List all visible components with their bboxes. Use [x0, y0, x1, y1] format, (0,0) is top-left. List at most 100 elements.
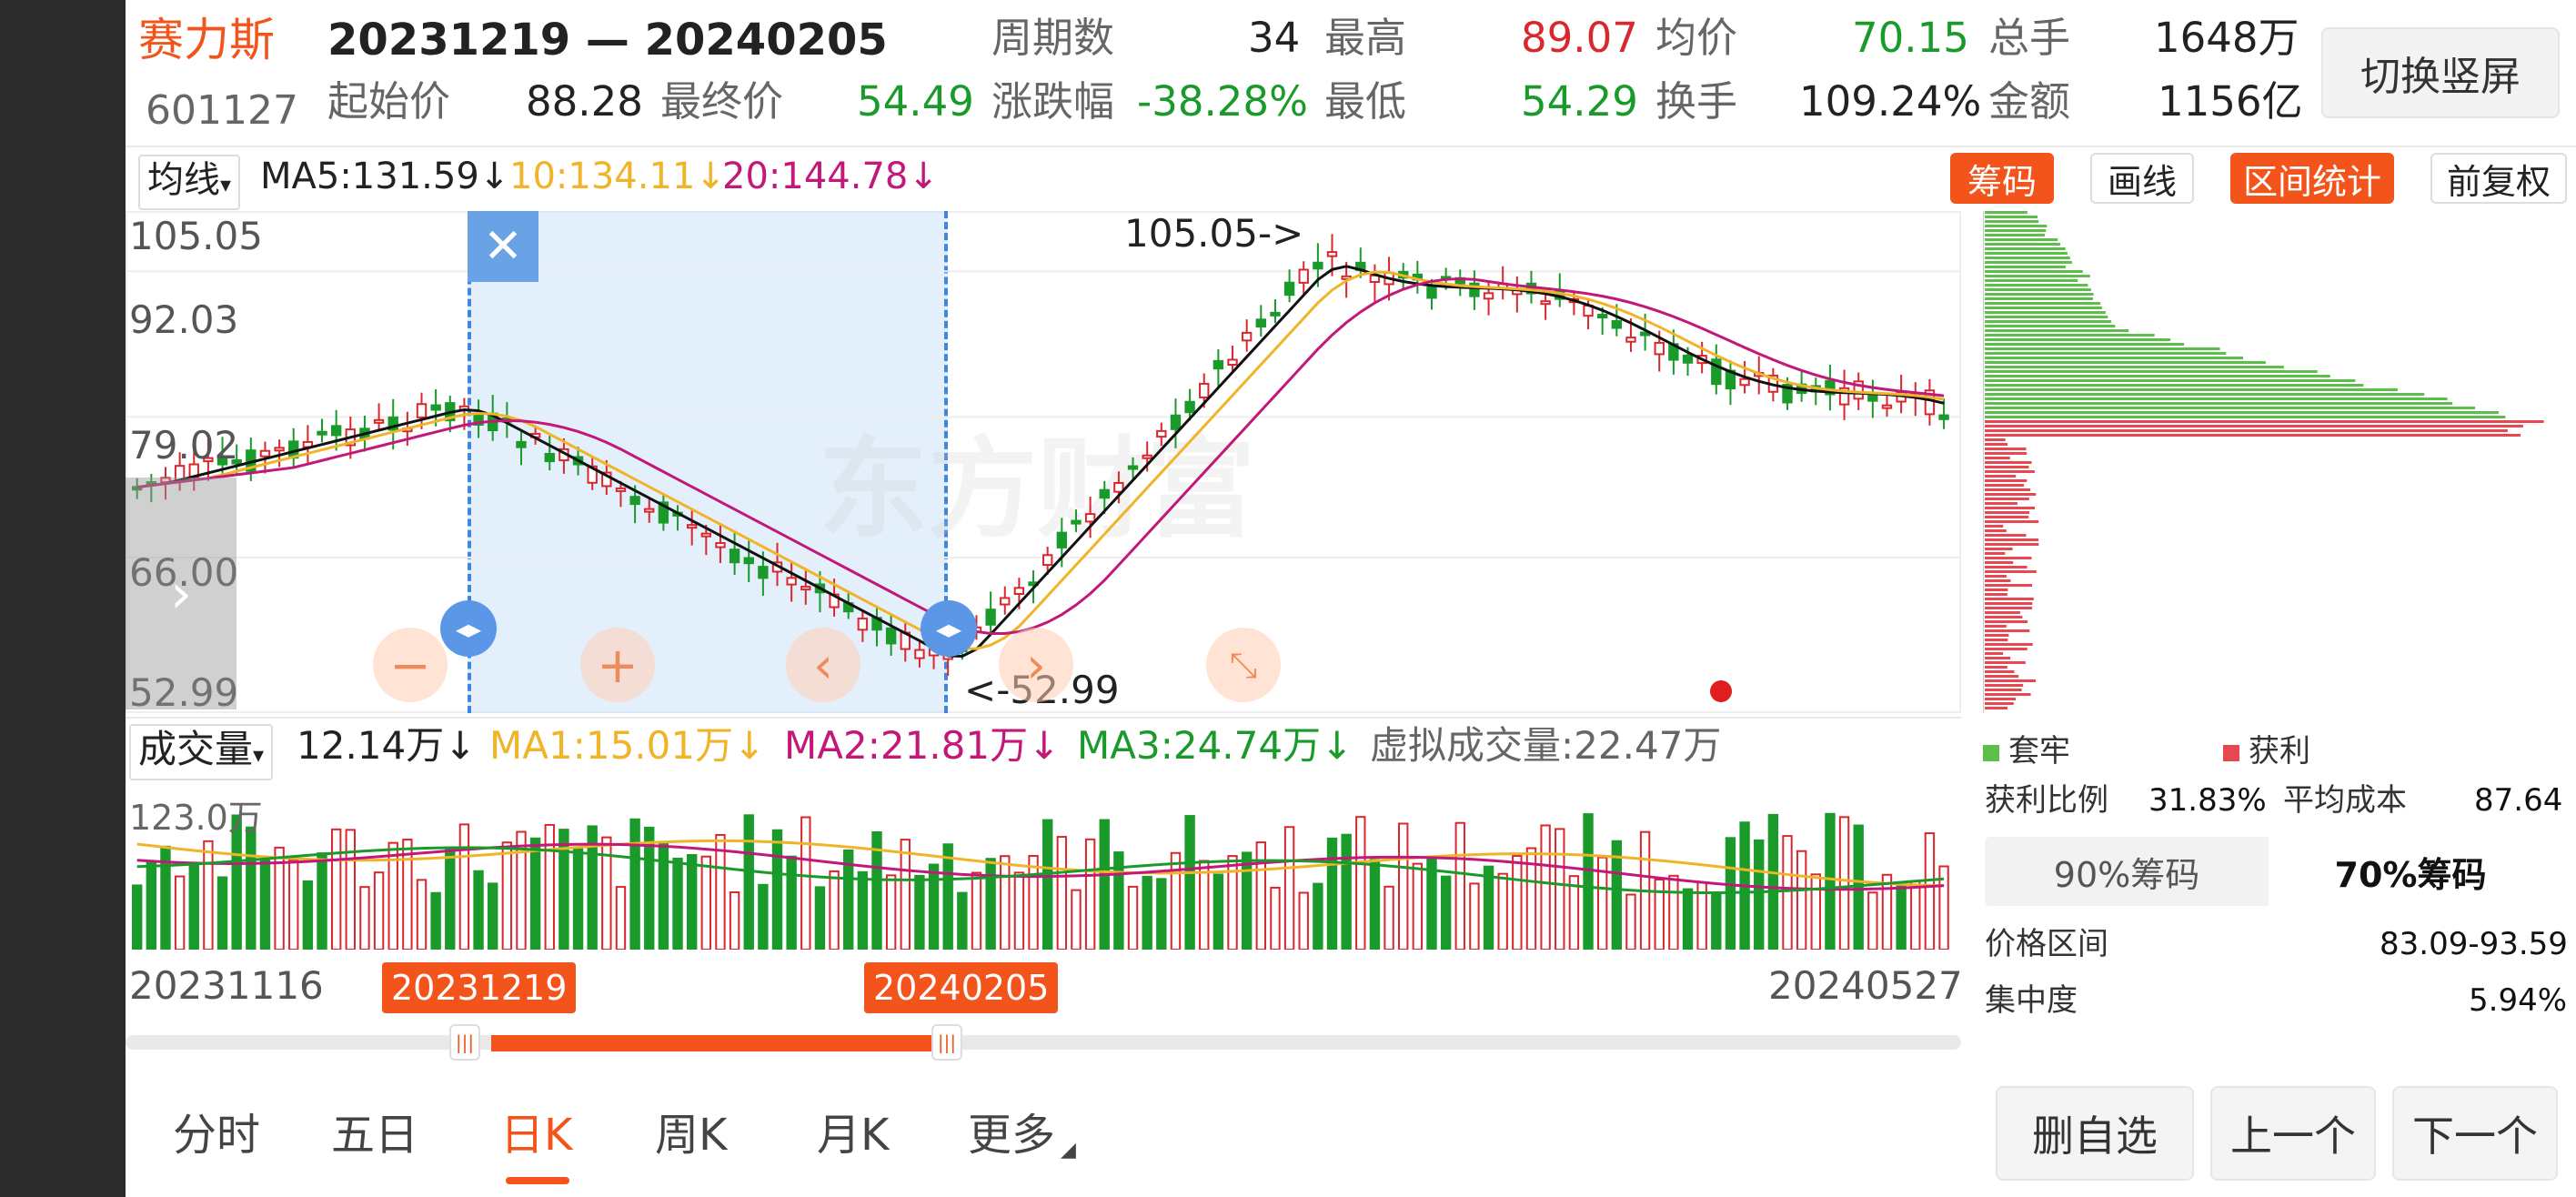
candle-body — [1483, 292, 1494, 300]
volume-bar — [1142, 875, 1152, 950]
chip-bar — [1985, 234, 2045, 236]
timeline-end-handle[interactable]: ||| — [931, 1024, 962, 1061]
chip-bar — [1985, 402, 2453, 405]
chip-bar — [1985, 639, 2008, 641]
move-right-icon[interactable]: › — [999, 628, 1073, 702]
chevron-right-icon[interactable]: › — [126, 478, 236, 709]
volume-bar — [1867, 891, 1878, 950]
move-left-icon[interactable]: ‹ — [786, 628, 860, 702]
switch-portrait-button[interactable]: 切换竖屏 — [2321, 27, 2560, 118]
volume-bar — [1454, 821, 1465, 950]
chip-bar — [1985, 611, 2020, 614]
change-label: 涨跌幅 — [991, 77, 1115, 126]
chips-button[interactable]: 筹码 — [1950, 153, 2054, 204]
close-icon[interactable]: ✕ — [468, 211, 538, 282]
volume-bar — [1170, 851, 1182, 950]
zoom-in-icon[interactable]: + — [580, 628, 655, 702]
chip-bar — [1985, 429, 2508, 432]
volume-bar — [1127, 885, 1139, 950]
tab-intraday[interactable]: 分时 — [173, 1110, 260, 1161]
volume-bar — [529, 837, 541, 950]
candle-body — [1142, 454, 1152, 459]
concentration-value: 5.94% — [2469, 982, 2568, 1019]
candle-body — [700, 532, 712, 538]
profit-ratio-label: 获利比例 — [1985, 782, 2108, 819]
chip-bar — [1985, 229, 2047, 232]
volume-bar — [928, 863, 940, 950]
chip-bar — [1985, 470, 2035, 473]
draw-line-button[interactable]: 画线 — [2090, 153, 2194, 204]
tab-daily-k[interactable]: 日K — [500, 1110, 572, 1161]
chip-bar — [1985, 575, 2007, 578]
candle-body — [1283, 281, 1295, 297]
collapse-icon[interactable]: ⤡ — [1206, 628, 1281, 702]
event-dot[interactable] — [1710, 680, 1732, 702]
next-button[interactable]: 下一个 — [2392, 1086, 2558, 1181]
profit-ratio-value: 31.83% — [2148, 782, 2267, 819]
price-axis-label: 105.05 — [129, 214, 263, 258]
volume-bar — [1497, 872, 1508, 950]
virtual-volume: 虚拟成交量:22.47万 — [1370, 723, 1722, 768]
candle-body — [373, 418, 385, 424]
chip-bar — [1985, 634, 2009, 637]
price-axis-label: 92.03 — [129, 297, 239, 342]
tab-monthly-k[interactable]: 月K — [817, 1110, 889, 1161]
chip-bar — [1985, 247, 2066, 250]
chip-bar — [1985, 397, 2448, 400]
volume-bar — [1910, 880, 1921, 950]
candle-body — [1056, 531, 1068, 548]
tab-90-chips[interactable]: 90%筹码 — [1985, 837, 2269, 906]
ma-selector[interactable]: 均线▾ — [138, 155, 241, 210]
range-stats-button[interactable]: 区间统计 — [2230, 153, 2394, 204]
volume-bar — [700, 855, 712, 950]
candle-body — [317, 430, 327, 436]
volume-bar — [1682, 888, 1694, 950]
timeline-slider-track[interactable] — [126, 1035, 1961, 1050]
chip-bar — [1985, 352, 2227, 355]
candle-body — [800, 586, 811, 591]
end-price-label: 最终价 — [660, 77, 784, 126]
range-end-handle[interactable]: ◂▸ — [921, 600, 977, 657]
chip-bar — [1985, 411, 2499, 414]
tab-five-day[interactable]: 五日 — [331, 1110, 418, 1161]
volume-bar — [900, 839, 911, 950]
volume-bar — [246, 826, 257, 950]
chip-bar — [1985, 266, 2066, 268]
high-value: 89.07 — [1521, 14, 1638, 62]
volume-selector[interactable]: 成交量▾ — [129, 724, 274, 780]
end-price-value: 54.49 — [857, 77, 974, 126]
previous-button[interactable]: 上一个 — [2210, 1086, 2376, 1181]
chip-bar — [1985, 602, 2033, 605]
chip-bar — [1985, 379, 2356, 382]
zoom-out-icon[interactable]: − — [373, 628, 448, 702]
chip-bar — [1985, 529, 2007, 532]
candle-body — [629, 496, 640, 506]
tab-70-chips[interactable]: 70%筹码 — [2269, 837, 2552, 906]
range-start-handle[interactable]: ◂▸ — [440, 600, 497, 657]
legend-trapped: 套牢 — [1983, 726, 2070, 770]
chip-bar — [1985, 625, 2007, 628]
tab-weekly-k[interactable]: 周K — [655, 1110, 727, 1161]
volume-bar — [1326, 837, 1338, 950]
chip-bar — [1985, 693, 2031, 696]
volume-bar — [317, 852, 327, 950]
chip-bar — [1985, 584, 2032, 587]
tab-more[interactable]: 更多 — [968, 1110, 1055, 1161]
candle-body — [1654, 341, 1665, 356]
adjust-price-button[interactable]: 前复权 — [2430, 153, 2567, 204]
candle-body — [1540, 300, 1551, 306]
timeline-start-handle[interactable]: ||| — [449, 1024, 480, 1061]
timeline-end: 20240527 — [1768, 963, 1963, 1008]
volume-bar — [488, 882, 498, 950]
chip-bar — [1985, 479, 2028, 482]
volume-bar — [1084, 838, 1096, 950]
candle-body — [786, 577, 797, 586]
chip-bar — [1985, 279, 2078, 282]
candle-body — [1241, 331, 1253, 342]
volume-bar — [971, 871, 982, 950]
change-value: -38.28% — [1137, 77, 1308, 126]
volume-bar — [1782, 835, 1793, 950]
volume-bar — [914, 874, 925, 950]
avg-price-label: 均价 — [1655, 14, 1738, 62]
remove-watchlist-button[interactable]: 删自选 — [1996, 1086, 2194, 1181]
